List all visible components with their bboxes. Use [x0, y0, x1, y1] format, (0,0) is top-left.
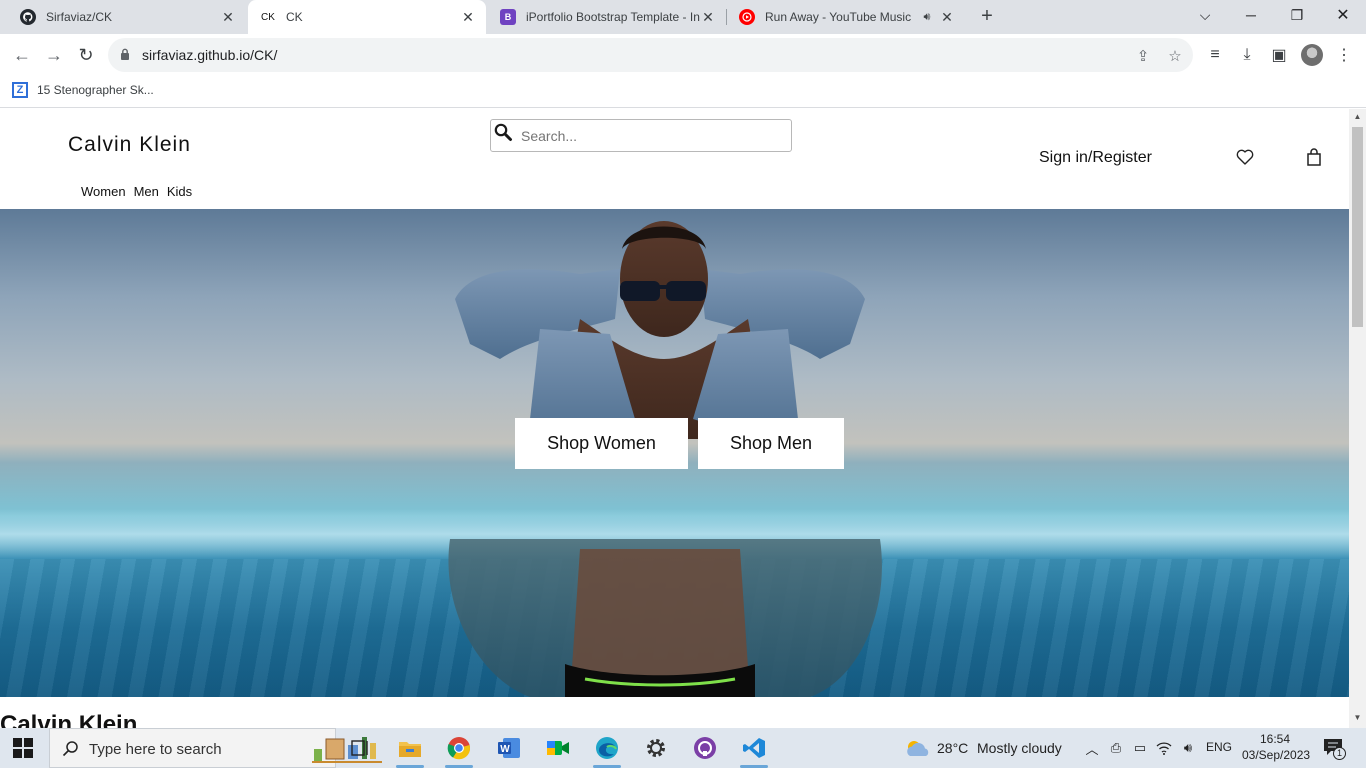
meet-video-icon[interactable] — [538, 733, 578, 763]
tab-title: Sirfaviaz/CK — [46, 10, 113, 24]
media-control-icon[interactable]: ≡ — [1205, 45, 1225, 65]
search-box — [490, 119, 792, 152]
close-tab-icon[interactable]: ✕ — [460, 9, 476, 25]
address-bar[interactable]: sirfaviaz.github.io/CK/ ⇪ ☆ — [108, 38, 1193, 72]
close-tab-icon[interactable]: ✕ — [220, 9, 236, 25]
new-tab-button[interactable]: + — [976, 6, 998, 28]
tab-strip: Sirfaviaz/CK ✕ CK CK ✕ B iPortfolio Boot… — [0, 0, 1366, 34]
clock-time: 16:54 — [1259, 732, 1291, 746]
tab-search-chevron-icon[interactable]: ⌵ — [1182, 0, 1228, 30]
bookmarks-bar: Z 15 Stenographer Sk... — [0, 76, 1366, 108]
github-desktop-icon[interactable] — [685, 733, 725, 763]
nav-item-women[interactable]: Women — [81, 184, 126, 199]
minimize-button[interactable]: ─ — [1228, 0, 1274, 30]
notification-badge: 1 — [1333, 747, 1346, 760]
page-scrollbar[interactable]: ▲ ▼ — [1349, 109, 1366, 728]
close-tab-icon[interactable]: ✕ — [700, 9, 716, 25]
tray-chevron-up-icon[interactable]: ︿ — [1084, 740, 1100, 757]
github-icon — [20, 9, 36, 25]
taskbar-search-placeholder: Type here to search — [89, 741, 222, 758]
share-icon[interactable]: ⇪ — [1134, 47, 1152, 65]
clock-date: 03/Sep/2023 — [1242, 748, 1311, 762]
wifi-icon[interactable] — [1156, 740, 1172, 756]
tab-iportfolio[interactable]: B iPortfolio Bootstrap Template - In ✕ — [488, 0, 726, 34]
taskbar-search[interactable]: Type here to search — [49, 728, 382, 768]
svg-text:W: W — [500, 744, 510, 755]
chrome-icon[interactable] — [439, 733, 479, 768]
settings-gear-icon[interactable] — [636, 733, 676, 763]
close-tab-icon[interactable]: ✕ — [939, 9, 955, 25]
scrollbar-thumb[interactable] — [1352, 127, 1363, 327]
weather-temp[interactable]: 28°C — [937, 740, 968, 756]
tab-title: iPortfolio Bootstrap Template - In — [526, 10, 700, 24]
language-indicator[interactable]: ENG — [1206, 740, 1232, 754]
notification-center-icon[interactable]: 1 — [1323, 738, 1346, 760]
tab-title: CK — [286, 10, 303, 24]
task-view-icon[interactable] — [340, 733, 380, 763]
profile-avatar[interactable] — [1301, 44, 1323, 66]
search-icon — [62, 741, 78, 757]
taskbar-clock[interactable]: 16:54 03/Sep/2023 — [1242, 731, 1311, 763]
search-input[interactable] — [521, 120, 781, 151]
z-icon: Z — [12, 82, 28, 98]
brand-logo[interactable]: Calvin Klein — [68, 133, 191, 157]
youtube-music-icon — [739, 9, 755, 25]
nav-item-men[interactable]: Men — [134, 184, 159, 199]
windows-start-icon[interactable] — [13, 738, 33, 758]
edge-icon[interactable] — [587, 733, 627, 768]
tab-title: Run Away - YouTube Music — [765, 10, 912, 24]
windows-taskbar: Type here to search W 28°C Mostly cloudy… — [0, 728, 1366, 768]
word-icon[interactable]: W — [489, 733, 529, 763]
shop-women-button[interactable]: Shop Women — [515, 418, 688, 469]
download-icon[interactable]: ⤓ — [1237, 45, 1257, 65]
file-explorer-icon[interactable] — [390, 733, 430, 768]
scroll-down-arrow-icon[interactable]: ▼ — [1353, 713, 1362, 722]
forward-icon[interactable]: → — [41, 42, 67, 68]
url-text: sirfaviaz.github.io/CK/ — [142, 47, 278, 63]
restore-button[interactable]: ❐ — [1274, 0, 1320, 30]
bookmark-item[interactable]: Z 15 Stenographer Sk... — [12, 82, 154, 98]
back-icon[interactable]: ← — [9, 42, 35, 68]
weather-condition[interactable]: Mostly cloudy — [977, 740, 1062, 756]
page-viewport: Calvin Klein Sign in/Register Women Men … — [0, 109, 1366, 728]
shop-men-button[interactable]: Shop Men — [698, 418, 844, 469]
volume-icon[interactable]: 🔊︎ — [1180, 740, 1196, 756]
shopping-bag-icon[interactable] — [1306, 148, 1322, 166]
search-icon[interactable] — [493, 122, 513, 142]
menu-kebab-icon[interactable]: ⋮ — [1334, 45, 1354, 65]
side-panel-icon[interactable]: ▣ — [1269, 45, 1289, 65]
signin-link[interactable]: Sign in/Register — [1039, 149, 1152, 167]
battery-icon[interactable]: ▭ — [1132, 740, 1148, 756]
bookmark-label: 15 Stenographer Sk... — [37, 83, 154, 97]
reload-icon[interactable]: ↻ — [73, 42, 99, 68]
tab-youtube-music[interactable]: Run Away - YouTube Music 🔊︎ ✕ — [727, 0, 965, 34]
device-icon[interactable]: ⎙ — [1108, 740, 1124, 756]
nav-item-kids[interactable]: Kids — [167, 184, 192, 199]
wishlist-heart-icon[interactable] — [1235, 147, 1255, 167]
scroll-up-arrow-icon[interactable]: ▲ — [1353, 112, 1362, 121]
main-nav: Women Men Kids — [81, 184, 192, 199]
close-window-button[interactable]: ✕ — [1320, 0, 1366, 30]
speaker-icon[interactable]: 🔊︎ — [919, 9, 935, 25]
weather-cloud-icon[interactable] — [904, 738, 932, 758]
bootstrap-icon: B — [500, 9, 516, 25]
tab-github[interactable]: Sirfaviaz/CK ✕ — [8, 0, 246, 34]
browser-toolbar: ← → ↻ sirfaviaz.github.io/CK/ ⇪ ☆ ≡ ⤓ ▣ … — [0, 34, 1366, 76]
section-heading: Calvin Klein — [0, 711, 138, 728]
ck-icon: CK — [260, 9, 276, 25]
tab-ck[interactable]: CK CK ✕ — [248, 0, 486, 34]
lock-icon — [121, 48, 129, 60]
bookmark-star-icon[interactable]: ☆ — [1166, 47, 1184, 65]
hero-banner: Shop Women Shop Men — [0, 209, 1349, 697]
vscode-icon[interactable] — [734, 733, 774, 768]
